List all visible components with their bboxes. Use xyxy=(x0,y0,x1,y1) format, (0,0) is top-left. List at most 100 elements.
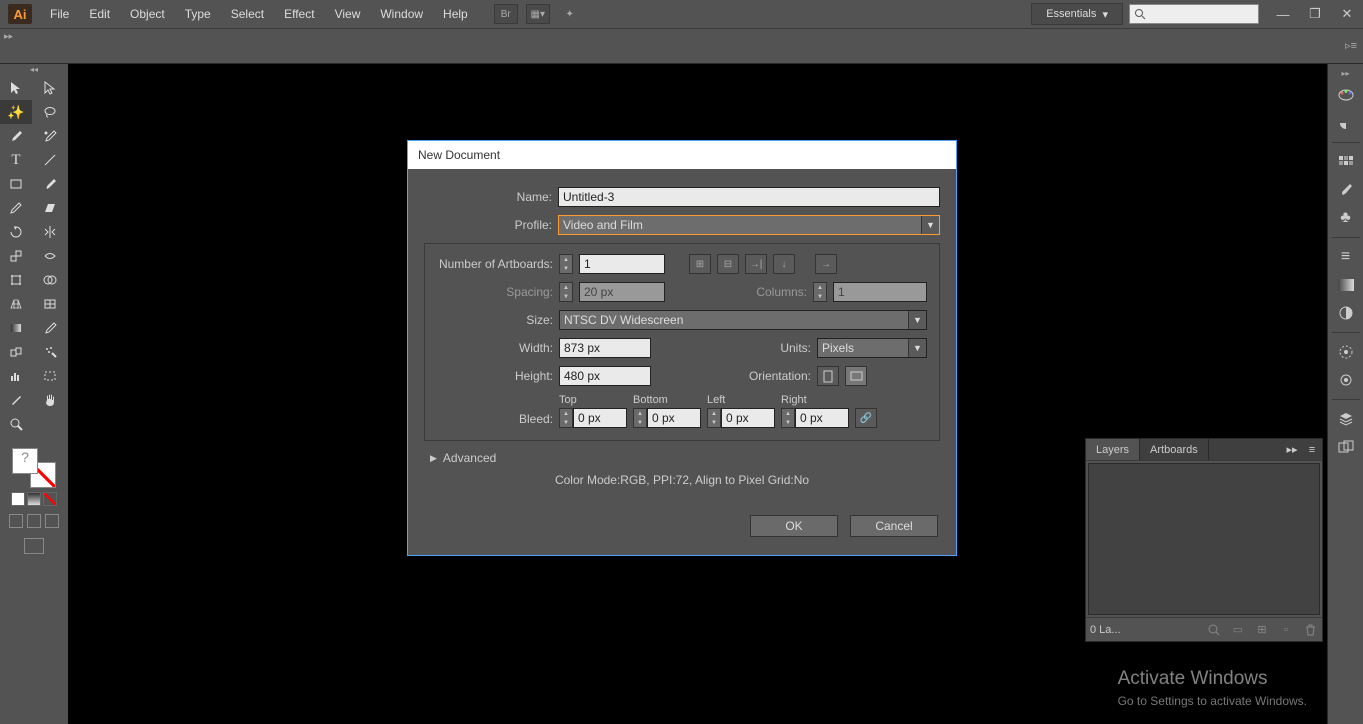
gradient-panel-icon[interactable] xyxy=(1332,272,1360,298)
artboards-panel-icon[interactable] xyxy=(1332,434,1360,460)
workspace-switcher[interactable]: Essentials ▾ xyxy=(1031,3,1123,25)
width-input[interactable] xyxy=(559,338,651,358)
rotate-tool-icon[interactable] xyxy=(0,220,32,244)
shape-builder-tool-icon[interactable] xyxy=(34,268,66,292)
blend-tool-icon[interactable] xyxy=(0,340,32,364)
size-select[interactable]: NTSC DV Widescreen▼ xyxy=(559,310,927,330)
bleed-left-input[interactable] xyxy=(721,408,775,428)
artboards-input[interactable] xyxy=(579,254,665,274)
grid-by-col-icon[interactable]: ⊟ xyxy=(717,254,739,274)
screen-mode-icon[interactable] xyxy=(9,514,23,528)
restore-icon[interactable]: ❐ xyxy=(1303,5,1327,23)
transparency-panel-icon[interactable] xyxy=(1332,300,1360,326)
collapse-right-icon[interactable]: ▹≡ xyxy=(1345,39,1357,52)
eraser-tool-icon[interactable] xyxy=(34,196,66,220)
artboard-tool-icon[interactable] xyxy=(34,364,66,388)
fill-stroke-swatch[interactable]: ? xyxy=(12,448,56,488)
line-tool-icon[interactable] xyxy=(34,148,66,172)
locate-layer-icon[interactable] xyxy=(1206,622,1222,638)
bleed-bottom-stepper[interactable]: ▲▼ xyxy=(633,408,647,428)
advanced-toggle[interactable]: ▶Advanced xyxy=(430,451,940,465)
hand-tool-icon[interactable] xyxy=(34,388,66,412)
tools-collapse-icon[interactable]: ◂◂ xyxy=(0,64,68,76)
tab-layers[interactable]: Layers xyxy=(1086,439,1140,460)
screen-mode-2-icon[interactable] xyxy=(27,514,41,528)
color-panel-icon[interactable] xyxy=(1332,82,1360,108)
portrait-icon[interactable] xyxy=(817,366,839,386)
brushes-panel-icon[interactable] xyxy=(1332,177,1360,203)
appearance-panel-icon[interactable] xyxy=(1332,339,1360,365)
zoom-tool-icon[interactable] xyxy=(0,412,32,436)
rtl-icon[interactable]: → xyxy=(815,254,837,274)
menu-help[interactable]: Help xyxy=(433,0,478,28)
close-icon[interactable]: ✕ xyxy=(1335,5,1359,23)
graph-tool-icon[interactable] xyxy=(0,364,32,388)
curvature-tool-icon[interactable] xyxy=(34,124,66,148)
menu-file[interactable]: File xyxy=(40,0,79,28)
menu-effect[interactable]: Effect xyxy=(274,0,324,28)
symbol-sprayer-tool-icon[interactable] xyxy=(34,340,66,364)
gpu-icon[interactable]: ✦ xyxy=(558,4,582,24)
selection-tool-icon[interactable] xyxy=(0,76,32,100)
symbols-panel-icon[interactable]: ♣ xyxy=(1332,205,1360,231)
color-guide-panel-icon[interactable] xyxy=(1332,110,1360,136)
units-select[interactable]: Pixels▼ xyxy=(817,338,927,358)
swatches-panel-icon[interactable] xyxy=(1332,149,1360,175)
artboards-stepper[interactable]: ▲▼ xyxy=(559,254,573,274)
collapse-left-icon[interactable]: ▸▸ xyxy=(4,31,13,42)
menu-object[interactable]: Object xyxy=(120,0,175,28)
tab-artboards[interactable]: Artboards xyxy=(1140,439,1209,460)
ok-button[interactable]: OK xyxy=(750,515,838,537)
panel-menu-icon[interactable]: ≡ xyxy=(1302,439,1322,460)
arrange-docs-icon[interactable]: ▦▾ xyxy=(526,4,550,24)
rectangle-tool-icon[interactable] xyxy=(0,172,32,196)
free-transform-tool-icon[interactable] xyxy=(0,268,32,292)
dock-collapse-icon[interactable]: ▸▸ xyxy=(1328,68,1363,80)
type-tool-icon[interactable]: T xyxy=(0,148,32,172)
height-input[interactable] xyxy=(559,366,651,386)
menu-type[interactable]: Type xyxy=(175,0,221,28)
landscape-icon[interactable] xyxy=(845,366,867,386)
view-mode-icon[interactable] xyxy=(24,538,44,554)
bleed-top-stepper[interactable]: ▲▼ xyxy=(559,408,573,428)
bridge-icon[interactable]: Br xyxy=(494,4,518,24)
stroke-panel-icon[interactable]: ≡ xyxy=(1332,244,1360,270)
bleed-top-input[interactable] xyxy=(573,408,627,428)
grid-by-row-icon[interactable]: ⊞ xyxy=(689,254,711,274)
bleed-right-input[interactable] xyxy=(795,408,849,428)
gradient-mode-icon[interactable] xyxy=(27,492,41,506)
mesh-tool-icon[interactable] xyxy=(34,292,66,316)
width-tool-icon[interactable] xyxy=(34,244,66,268)
cancel-button[interactable]: Cancel xyxy=(850,515,938,537)
delete-layer-icon[interactable] xyxy=(1302,622,1318,638)
new-sublayer-icon[interactable]: ⊞ xyxy=(1254,622,1270,638)
pencil-tool-icon[interactable] xyxy=(0,196,32,220)
menu-edit[interactable]: Edit xyxy=(79,0,120,28)
slice-tool-icon[interactable] xyxy=(0,388,32,412)
minimize-icon[interactable]: — xyxy=(1271,5,1295,23)
paintbrush-tool-icon[interactable] xyxy=(34,172,66,196)
layers-panel-icon[interactable] xyxy=(1332,406,1360,432)
scale-tool-icon[interactable] xyxy=(0,244,32,268)
direct-selection-tool-icon[interactable] xyxy=(34,76,66,100)
eyedropper-tool-icon[interactable] xyxy=(34,316,66,340)
link-bleed-icon[interactable]: 🔗 xyxy=(855,408,877,428)
menu-view[interactable]: View xyxy=(325,0,371,28)
menu-window[interactable]: Window xyxy=(370,0,433,28)
color-mode-icon[interactable] xyxy=(11,492,25,506)
bleed-right-stepper[interactable]: ▲▼ xyxy=(781,408,795,428)
magic-wand-tool-icon[interactable]: ✨ xyxy=(0,100,32,124)
perspective-tool-icon[interactable] xyxy=(0,292,32,316)
profile-select[interactable]: Video and Film▼ xyxy=(558,215,940,235)
arrange-row-icon[interactable]: →| xyxy=(745,254,767,274)
panel-expand-icon[interactable]: ▸▸ xyxy=(1282,439,1302,460)
search-input[interactable] xyxy=(1129,4,1259,24)
make-clipping-icon[interactable]: ▭ xyxy=(1230,622,1246,638)
none-mode-icon[interactable] xyxy=(43,492,57,506)
bleed-left-stepper[interactable]: ▲▼ xyxy=(707,408,721,428)
lasso-tool-icon[interactable] xyxy=(34,100,66,124)
bleed-bottom-input[interactable] xyxy=(647,408,701,428)
pen-tool-icon[interactable] xyxy=(0,124,32,148)
reflect-tool-icon[interactable] xyxy=(34,220,66,244)
screen-mode-3-icon[interactable] xyxy=(45,514,59,528)
